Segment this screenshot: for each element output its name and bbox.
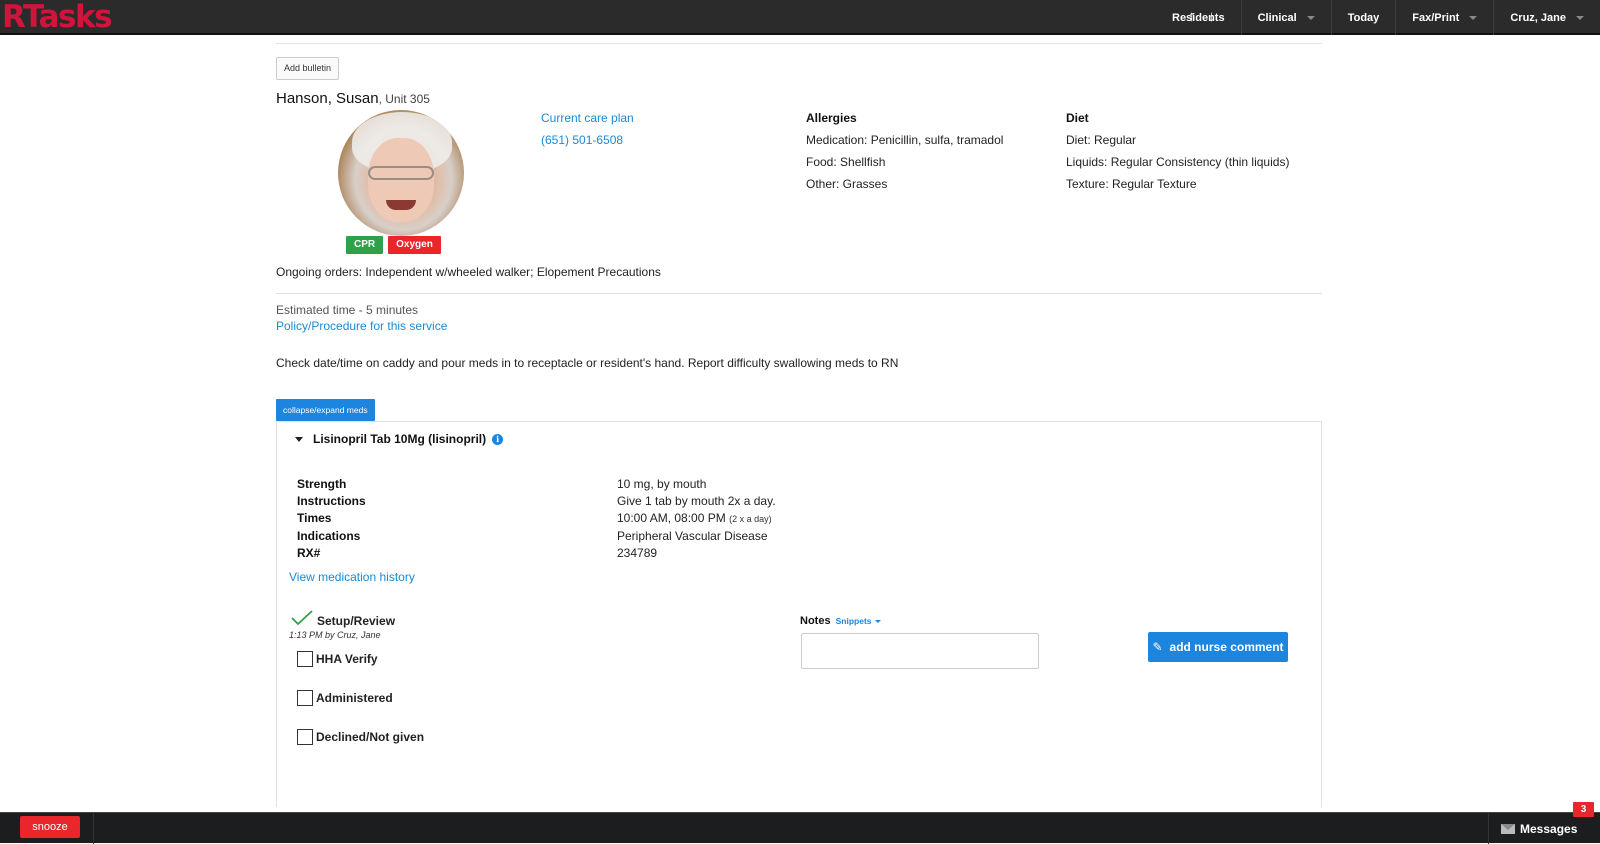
detail-label: Strength	[297, 477, 347, 491]
phone-link[interactable]: (651) 501-6508	[541, 133, 623, 147]
detail-row: Indications Peripheral Vascular Disease	[297, 528, 776, 545]
allergies-heading: Allergies	[806, 111, 857, 125]
policy-procedure-link[interactable]: Policy/Procedure for this service	[276, 319, 447, 333]
allergy-other: Other: Grasses	[806, 177, 888, 191]
diet-heading: Diet	[1066, 111, 1089, 125]
chevron-down-icon	[1469, 15, 1478, 20]
detail-label: Indications	[297, 529, 361, 543]
service-instructions: Check date/time on caddy and pour meds i…	[276, 356, 899, 370]
detail-row: Strength 10 mg, by mouth	[297, 476, 776, 493]
nav-user-menu[interactable]: Cruz, Jane	[1493, 0, 1600, 35]
hha-verify-checkbox-row[interactable]: HHA Verify	[297, 651, 378, 667]
medication-details: Strength 10 mg, by mouth Instructions Give…	[297, 476, 776, 562]
resident-unit: , Unit 305	[378, 92, 430, 106]
collapse-expand-meds-button[interactable]: collapse/expand meds	[276, 399, 375, 421]
allergies-section: Allergies Medication: Penicillin, sulfa,…	[806, 107, 1003, 195]
detail-value: 10:00 AM, 08:00 PM (2 x a day)	[617, 511, 772, 525]
frequency-note: (2 x a day)	[729, 514, 772, 524]
resident-links: Current care plan (651) 501-6508	[541, 107, 634, 151]
nav-clinical[interactable]: Clinical	[1240, 0, 1331, 35]
detail-value: 234789	[617, 546, 658, 560]
medication-panel: Lisinopril Tab 10Mg (lisinopril) i Stren…	[276, 421, 1322, 807]
checkbox-label: Administered	[316, 691, 393, 705]
nav-label: Today	[1347, 11, 1380, 24]
nav-residents[interactable]: Residents	[1156, 0, 1241, 35]
oxygen-badge: Oxygen	[388, 236, 441, 254]
nav-label: Fax/Print	[1412, 11, 1460, 24]
administered-checkbox[interactable]	[297, 690, 313, 706]
ongoing-orders: Ongoing orders: Independent w/wheeled wa…	[276, 265, 661, 279]
allergy-medication: Medication: Penicillin, sulfa, tramadol	[806, 133, 1004, 147]
nav-label: Residents	[1172, 11, 1225, 24]
checkbox-label: Declined/Not given	[316, 730, 425, 744]
add-bulletin-button[interactable]: Add bulletin	[276, 57, 340, 80]
bottom-bar: snooze Messages	[0, 812, 1600, 844]
chevron-down-icon	[874, 620, 881, 624]
setup-review-meta: 1:13 PM by Cruz, Jane	[289, 630, 381, 640]
diet-type: Diet: Regular	[1066, 133, 1137, 147]
info-icon[interactable]: i	[492, 433, 504, 445]
allergy-food: Food: Shellfish	[806, 155, 886, 169]
caret-down-icon[interactable]	[295, 436, 303, 442]
top-navbar: RTasks ↑ ↓ Residents Clinical Today Fax/…	[0, 0, 1600, 35]
detail-row: RX# 234789	[297, 545, 776, 562]
nav-fax-print[interactable]: Fax/Print	[1395, 0, 1493, 35]
declined-checkbox[interactable]	[297, 729, 313, 745]
detail-label: RX#	[297, 546, 321, 560]
snippets-dropdown[interactable]: Snippets	[836, 616, 881, 626]
detail-label: Times	[297, 511, 332, 525]
detail-value: Peripheral Vascular Disease	[617, 529, 768, 543]
medication-header[interactable]: Lisinopril Tab 10Mg (lisinopril) i	[295, 432, 504, 446]
setup-review-label: Setup/Review	[317, 614, 396, 628]
medication-title: Lisinopril Tab 10Mg (lisinopril)	[313, 432, 487, 446]
checkbox-label: HHA Verify	[316, 652, 378, 666]
nav-today[interactable]: Today	[1330, 0, 1396, 35]
nav-label: Cruz, Jane	[1510, 11, 1566, 24]
app-logo[interactable]: RTasks	[2, 0, 113, 35]
divider	[276, 293, 1322, 294]
diet-section: Diet Diet: Regular Liquids: Regular Cons…	[1066, 107, 1289, 195]
detail-label: Instructions	[297, 494, 366, 508]
resident-avatar	[338, 110, 464, 236]
button-label: add nurse comment	[1169, 640, 1284, 654]
detail-row: Instructions Give 1 tab by mouth 2x a day…	[297, 493, 776, 510]
resident-header: Hanson, Susan, Unit 305	[276, 90, 430, 107]
messages-label: Messages	[1520, 821, 1578, 836]
divider	[276, 43, 1322, 44]
cpr-badge: CPR	[346, 236, 384, 254]
hha-verify-checkbox[interactable]	[297, 651, 313, 667]
detail-row: Times 10:00 AM, 08:00 PM (2 x a day)	[297, 510, 776, 528]
snooze-button[interactable]: snooze	[20, 816, 80, 838]
declined-checkbox-row[interactable]: Declined/Not given	[297, 729, 424, 745]
notes-label: Notes	[800, 615, 831, 627]
status-badges: CPR Oxygen	[346, 236, 441, 254]
notes-label-group: Notes Snippets	[800, 615, 881, 627]
messages-button[interactable]: Messages	[1488, 813, 1577, 844]
chevron-down-icon	[1306, 15, 1315, 20]
diet-liquids: Liquids: Regular Consistency (thin liqui…	[1066, 155, 1290, 169]
estimated-time: Estimated time - 5 minutes	[276, 303, 419, 317]
nav-menu: Residents Clinical Today Fax/Print Cruz,…	[1156, 0, 1600, 35]
detail-value: 10 mg, by mouth	[617, 477, 707, 491]
envelope-icon	[1501, 823, 1515, 834]
add-nurse-comment-button[interactable]: ✎ add nurse comment	[1148, 632, 1288, 662]
messages-count-badge: 3	[1573, 802, 1594, 817]
care-plan-link[interactable]: Current care plan	[541, 111, 634, 125]
chevron-down-icon	[1576, 15, 1584, 20]
notes-input[interactable]	[801, 633, 1039, 669]
medication-history-link[interactable]: View medication history	[289, 570, 415, 584]
pencil-icon: ✎	[1152, 640, 1163, 654]
resident-name: Hanson, Susan	[276, 90, 379, 107]
administered-checkbox-row[interactable]: Administered	[297, 690, 393, 706]
diet-texture: Texture: Regular Texture	[1066, 177, 1197, 191]
divider	[93, 813, 94, 844]
detail-value: Give 1 tab by mouth 2x a day.	[617, 494, 776, 508]
checkmark-icon	[291, 610, 313, 626]
nav-label: Clinical	[1257, 11, 1297, 24]
